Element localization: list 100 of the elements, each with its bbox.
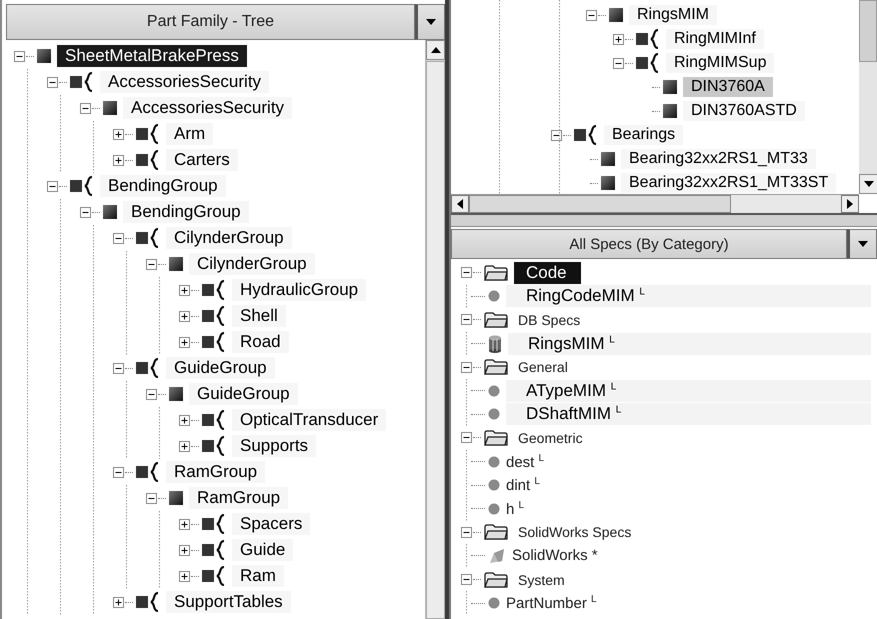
tree-item[interactable]: SheetMetalBrakePress [57, 45, 247, 67]
folder-icon [484, 570, 508, 589]
expand-icon[interactable] [179, 570, 190, 582]
square-brace-icon [70, 72, 94, 92]
tree-item[interactable]: BendingGroup [100, 175, 226, 197]
tree-item[interactable]: Shell [232, 305, 286, 327]
collapse-icon[interactable] [14, 50, 25, 62]
category-item[interactable]: SolidWorks Specs [514, 523, 636, 542]
tree-item[interactable]: DIN3760A [683, 77, 773, 97]
collapse-icon[interactable] [47, 76, 58, 88]
tree-item[interactable]: Carters [166, 149, 238, 171]
panel-header: All Specs (By Category) [451, 229, 847, 259]
tree-item[interactable]: OpticalTransducer [232, 409, 386, 431]
square-icon [169, 257, 183, 271]
collapse-icon[interactable] [461, 267, 472, 278]
expand-icon[interactable] [113, 128, 124, 140]
collapse-icon[interactable] [146, 492, 157, 504]
category-item[interactable]: Geometric [514, 428, 587, 447]
collapse-icon[interactable] [146, 388, 157, 400]
scroll-left-button[interactable] [451, 195, 469, 213]
square-icon [169, 491, 183, 505]
tree-item[interactable]: SupportTables [166, 591, 291, 613]
tree-item[interactable]: BendingGroup [123, 201, 249, 223]
expand-icon[interactable] [113, 154, 124, 166]
expand-icon[interactable] [179, 336, 190, 348]
tree-item[interactable]: Arm [166, 123, 214, 145]
tree-item[interactable]: Bearings [604, 125, 684, 145]
scroll-thumb[interactable] [859, 0, 877, 62]
tree-item[interactable]: CilynderGroup [189, 253, 315, 275]
tree-item[interactable]: Supports [232, 435, 316, 457]
scroll-right-button[interactable] [841, 195, 859, 213]
collapse-icon[interactable] [613, 58, 624, 68]
square-brace-icon [136, 124, 160, 144]
expand-icon[interactable] [613, 34, 624, 44]
scroll-down-button[interactable] [859, 174, 877, 194]
spec-item[interactable]: dest $^{L}$ [506, 452, 554, 472]
splitter-bar[interactable] [451, 213, 877, 227]
collapse-icon[interactable] [586, 10, 597, 20]
category-item[interactable]: General [514, 358, 572, 376]
scrollbar[interactable] [451, 194, 859, 213]
dropdown-button[interactable] [847, 229, 877, 259]
category-item[interactable]: DB Specs [514, 310, 584, 329]
collapse-icon[interactable] [461, 432, 472, 444]
spec-item[interactable]: PartNumber $^{L}$ [506, 593, 607, 614]
spec-item[interactable]: ATypeMIM $^{L}$ [506, 380, 871, 402]
collapse-icon[interactable] [80, 206, 91, 218]
square-icon [37, 49, 51, 63]
collapse-icon[interactable] [551, 130, 562, 140]
square-brace-icon [136, 228, 160, 248]
tree-item[interactable]: RamGroup [166, 461, 266, 483]
collapse-icon[interactable] [80, 102, 91, 114]
scroll-up-button[interactable] [426, 40, 445, 60]
cube-icon [488, 548, 506, 564]
collapse-icon[interactable] [461, 362, 472, 373]
expand-icon[interactable] [179, 544, 190, 556]
tree-item[interactable]: RamGroup [189, 487, 288, 509]
scrollbar[interactable] [859, 0, 877, 194]
collapse-icon[interactable] [113, 232, 124, 244]
tree-item[interactable]: RingMIMSup [666, 53, 774, 73]
collapse-icon[interactable] [461, 526, 472, 538]
spec-item[interactable]: RingCodeMIM $^{L}$ [506, 285, 871, 308]
tree-item[interactable]: Bearing32xx2RS1_MT33 [621, 149, 816, 169]
square-brace-icon [636, 53, 660, 73]
spec-item[interactable]: DShaftMIM $^{L}$ [506, 403, 871, 426]
tree-item[interactable]: CilynderGroup [166, 227, 292, 249]
tree-item[interactable]: RingsMIM [629, 5, 718, 25]
tree-item[interactable]: Ram [232, 565, 284, 587]
tree-item[interactable]: GuideGroup [166, 357, 275, 379]
spec-item[interactable]: h $^{L}$ [506, 498, 534, 519]
dropdown-button[interactable] [415, 4, 445, 40]
square-brace-icon [136, 592, 160, 612]
tree-item[interactable]: RingMIMInf [666, 29, 764, 49]
category-item[interactable]: System [514, 570, 569, 589]
tree-item[interactable]: Spacers [232, 513, 310, 535]
spec-item[interactable]: dint $^{L}$ [506, 475, 550, 496]
collapse-icon[interactable] [461, 574, 472, 586]
tree-item[interactable]: Road [232, 331, 289, 353]
collapse-icon[interactable] [113, 362, 124, 374]
expand-icon[interactable] [113, 596, 124, 608]
collapse-icon[interactable] [146, 258, 157, 270]
tree-item[interactable]: Bearing32xx2RS1_MT33ST [621, 173, 836, 193]
expand-icon[interactable] [179, 310, 190, 322]
category-item[interactable]: Code [514, 262, 581, 284]
expand-icon[interactable] [179, 440, 190, 452]
tree-item[interactable]: GuideGroup [189, 383, 298, 405]
collapse-icon[interactable] [461, 314, 472, 326]
dot-icon [488, 456, 500, 468]
tree-item[interactable]: HydraulicGroup [232, 279, 366, 301]
expand-icon[interactable] [179, 284, 190, 296]
collapse-icon[interactable] [113, 466, 124, 478]
collapse-icon[interactable] [47, 180, 58, 192]
tree-item[interactable]: DIN3760ASTD [683, 101, 805, 121]
tree-item[interactable]: AccessoriesSecurity [100, 71, 270, 93]
expand-icon[interactable] [179, 414, 190, 426]
spec-item[interactable]: RingsMIM $^{L}$ [508, 332, 871, 355]
spec-item[interactable]: SolidWorks * [512, 546, 608, 566]
expand-icon[interactable] [179, 518, 190, 530]
tree-item[interactable]: Guide [232, 539, 294, 561]
tree-item[interactable]: AccessoriesSecurity [123, 97, 292, 119]
scroll-thumb[interactable] [469, 195, 731, 213]
